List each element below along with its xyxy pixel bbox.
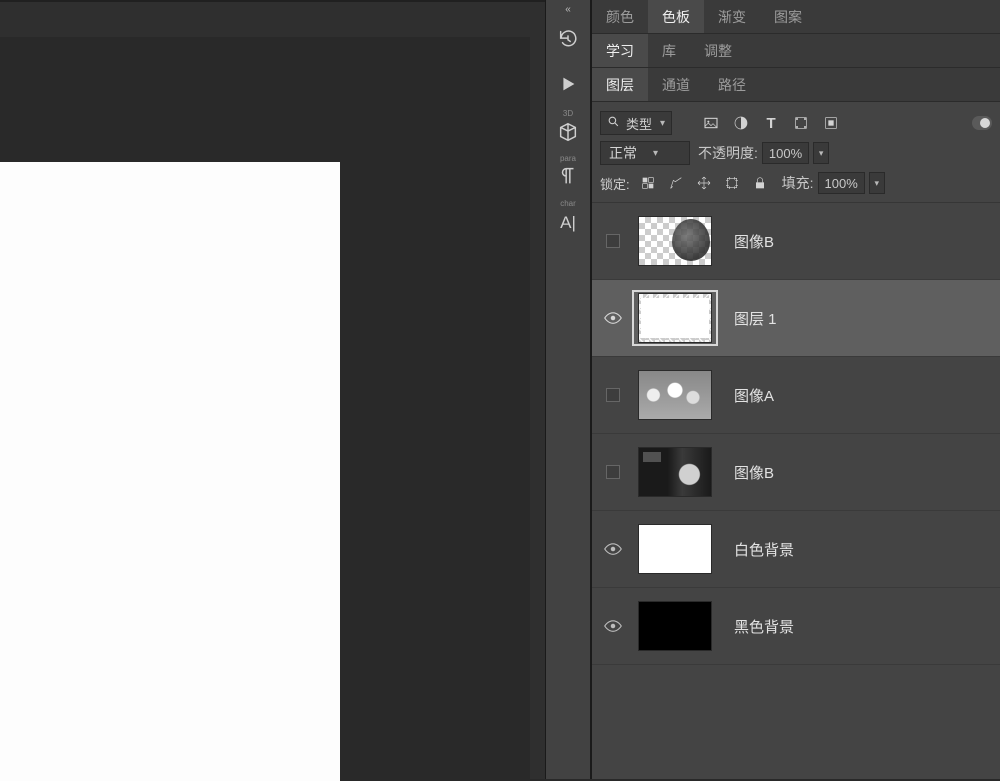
layer-row[interactable]: 图层 1 <box>592 280 1000 357</box>
layer-row[interactable]: 图像B <box>592 203 1000 280</box>
layer-name-label[interactable]: 黑色背景 <box>734 616 794 637</box>
collapsed-panels-strip: « 3D para char A| <box>545 0 591 779</box>
tab-libraries[interactable]: 库 <box>648 34 690 67</box>
paragraph-panel-icon[interactable]: para <box>546 151 590 196</box>
layer-filter-type-select[interactable]: 类型 ▾ <box>600 111 672 135</box>
filter-adjustment-icon[interactable] <box>730 112 752 134</box>
opacity-label: 不透明度: <box>698 143 758 163</box>
layer-row[interactable]: 白色背景 <box>592 511 1000 588</box>
panel-tabs-colors: 颜色 色板 渐变 图案 <box>592 0 1000 34</box>
layer-row[interactable]: 黑色背景 <box>592 588 1000 665</box>
tab-adjustments[interactable]: 调整 <box>690 34 746 67</box>
layer-name-label[interactable]: 图像A <box>734 385 774 406</box>
filter-toggle-switch[interactable] <box>972 116 992 130</box>
layer-row[interactable]: 图像A <box>592 357 1000 434</box>
eye-icon <box>604 312 622 324</box>
layer-thumbnail[interactable] <box>630 365 720 425</box>
layer-thumbnail[interactable] <box>630 442 720 502</box>
layer-visibility-toggle[interactable] <box>596 357 630 433</box>
eye-icon <box>604 620 622 632</box>
tab-gradient[interactable]: 渐变 <box>704 0 760 33</box>
layer-thumbnail[interactable] <box>630 519 720 579</box>
actions-panel-icon[interactable] <box>546 61 590 106</box>
layer-row[interactable]: 图像B <box>592 434 1000 511</box>
lock-transparency-icon[interactable] <box>638 172 658 194</box>
layer-visibility-toggle[interactable] <box>596 588 630 664</box>
lock-artboard-icon[interactable] <box>722 172 742 194</box>
layer-name-label[interactable]: 图像B <box>734 231 774 252</box>
layer-visibility-toggle[interactable] <box>596 434 630 510</box>
filter-shape-icon[interactable] <box>790 112 812 134</box>
layer-visibility-toggle[interactable] <box>596 203 630 279</box>
panel-tabs-layers: 图层 通道 路径 <box>592 68 1000 102</box>
layer-visibility-toggle[interactable] <box>596 280 630 356</box>
lock-pixels-icon[interactable] <box>666 172 686 194</box>
search-icon <box>607 115 620 131</box>
filter-pixel-icon[interactable] <box>700 112 722 134</box>
filter-smartobject-icon[interactable] <box>820 112 842 134</box>
document-canvas[interactable] <box>0 162 340 781</box>
fill-value-input[interactable]: 100% <box>818 172 865 194</box>
layer-thumbnail[interactable] <box>630 211 720 271</box>
lock-position-icon[interactable] <box>694 172 714 194</box>
blend-mode-value: 正常 <box>609 143 637 163</box>
tab-color[interactable]: 颜色 <box>592 0 648 33</box>
lock-all-icon[interactable] <box>750 172 770 194</box>
tab-paths[interactable]: 路径 <box>704 68 760 101</box>
layer-name-label[interactable]: 图像B <box>734 462 774 483</box>
panel-tabs-learn: 学习 库 调整 <box>592 34 1000 68</box>
fill-dropdown-button[interactable]: ▾ <box>869 172 885 194</box>
layers-panel-header: 类型 ▾ T <box>592 102 1000 203</box>
fill-label: 填充: <box>782 173 814 193</box>
layer-filter-type-label: 类型 <box>626 114 652 133</box>
right-panels: 颜色 色板 渐变 图案 学习 库 调整 图层 通道 路径 类型 <box>591 0 1000 779</box>
layer-name-label[interactable]: 图层 1 <box>734 308 777 329</box>
tab-learn[interactable]: 学习 <box>592 34 648 67</box>
expand-chevron-icon[interactable]: « <box>546 2 590 16</box>
layer-visibility-toggle[interactable] <box>596 511 630 587</box>
opacity-value-input[interactable]: 100% <box>762 142 809 164</box>
lock-label: 锁定: <box>600 174 630 193</box>
opacity-dropdown-button[interactable]: ▾ <box>813 142 829 164</box>
canvas-area <box>0 0 545 779</box>
character-panel-icon[interactable]: char A| <box>546 196 590 241</box>
layer-thumbnail[interactable] <box>630 596 720 656</box>
tab-channels[interactable]: 通道 <box>648 68 704 101</box>
3d-panel-icon[interactable]: 3D <box>546 106 590 151</box>
chevron-down-icon: ▾ <box>653 148 658 159</box>
chevron-down-icon: ▾ <box>660 118 665 129</box>
tab-swatches[interactable]: 色板 <box>648 0 704 33</box>
filter-type-icon[interactable]: T <box>760 112 782 134</box>
blend-mode-select[interactable]: 正常 ▾ <box>600 141 690 165</box>
tab-pattern[interactable]: 图案 <box>760 0 816 33</box>
history-panel-icon[interactable] <box>546 16 590 61</box>
tab-layers[interactable]: 图层 <box>592 68 648 101</box>
layer-name-label[interactable]: 白色背景 <box>734 539 794 560</box>
layer-list: 图像B 图层 1 <box>592 203 1000 779</box>
eye-icon <box>604 543 622 555</box>
layer-thumbnail[interactable] <box>630 288 720 348</box>
